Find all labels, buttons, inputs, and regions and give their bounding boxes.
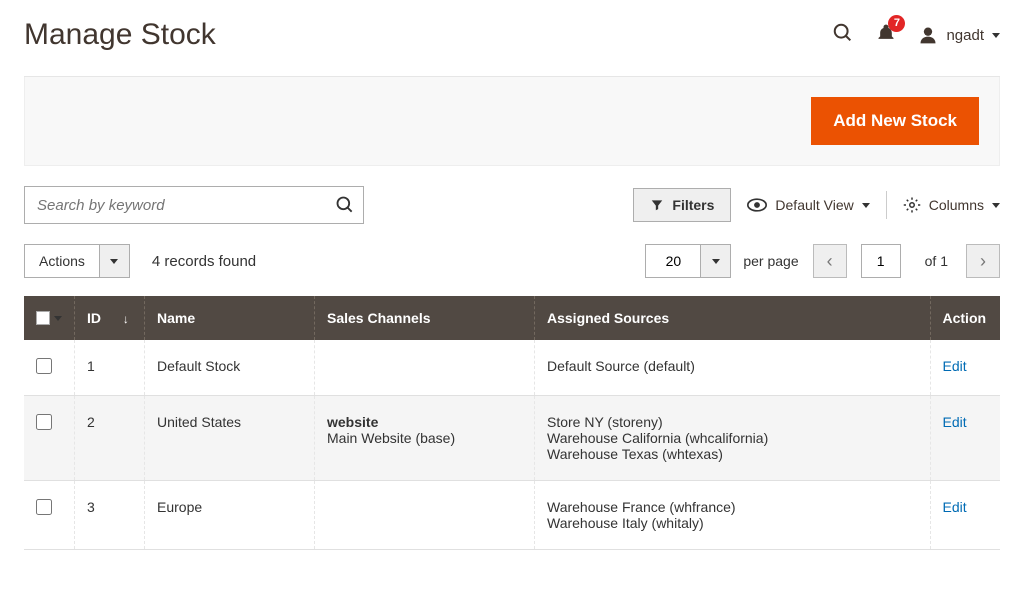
prev-page-button[interactable]: ‹ — [813, 244, 847, 278]
row-checkbox[interactable] — [36, 414, 52, 430]
separator — [886, 191, 887, 219]
edit-link[interactable]: Edit — [943, 499, 967, 515]
bulk-actions-label: Actions — [25, 245, 99, 277]
username-label: ngadt — [946, 27, 984, 44]
cell-sales-channels — [315, 481, 535, 550]
cell-sales-channels — [315, 340, 535, 396]
page-title: Manage Stock — [24, 18, 216, 52]
cell-id: 1 — [75, 340, 145, 396]
search-box[interactable] — [24, 186, 364, 224]
per-page-arrow[interactable] — [701, 244, 731, 278]
cell-assigned-sources: Default Source (default) — [535, 340, 931, 396]
cell-sales-channels: websiteMain Website (base) — [315, 396, 535, 481]
header-name[interactable]: Name — [145, 296, 315, 340]
default-view-control[interactable]: Default View — [747, 197, 869, 213]
table-row: 2United StateswebsiteMain Website (base)… — [24, 396, 1000, 481]
search-input[interactable] — [37, 187, 335, 223]
select-all-checkbox[interactable] — [36, 311, 62, 325]
table-row: 1Default Stock Default Source (default) Ed… — [24, 340, 1000, 396]
row-checkbox[interactable] — [36, 499, 52, 515]
sort-arrow-icon: ↓ — [123, 312, 129, 326]
cell-assigned-sources: Store NY (storeny)Warehouse California (… — [535, 396, 931, 481]
columns-label: Columns — [929, 197, 984, 213]
per-page-input[interactable] — [645, 244, 701, 278]
header-assigned-sources[interactable]: Assigned Sources — [535, 296, 931, 340]
cell-name: Europe — [145, 481, 315, 550]
funnel-icon — [650, 198, 664, 212]
stock-table: ID ↓ Name Sales Channels Assigned Source… — [24, 296, 1000, 550]
header-action: Action — [930, 296, 1000, 340]
cell-id: 2 — [75, 396, 145, 481]
records-found-label: 4 records found — [152, 253, 256, 270]
cell-id: 3 — [75, 481, 145, 550]
cell-assigned-sources: Warehouse France (whfrance)Warehouse Ita… — [535, 481, 931, 550]
notifications-icon[interactable]: 7 — [876, 22, 896, 49]
per-page-label: per page — [743, 253, 798, 269]
add-new-stock-button[interactable]: Add New Stock — [811, 97, 979, 145]
caret-down-icon — [862, 203, 870, 208]
bulk-actions-select[interactable]: Actions — [24, 244, 130, 278]
page-total-label: of 1 — [925, 253, 948, 269]
chevron-right-icon: › — [980, 251, 986, 272]
edit-link[interactable]: Edit — [943, 414, 967, 430]
chevron-left-icon: ‹ — [827, 251, 833, 272]
caret-down-icon — [992, 203, 1000, 208]
table-row: 3Europe Warehouse France (whfrance)Wareho… — [24, 481, 1000, 550]
edit-link[interactable]: Edit — [943, 358, 967, 374]
page-input[interactable] — [861, 244, 901, 278]
filters-button[interactable]: Filters — [633, 188, 731, 222]
filters-label: Filters — [672, 197, 714, 213]
cell-name: Default Stock — [145, 340, 315, 396]
bulk-actions-arrow[interactable] — [99, 245, 129, 277]
next-page-button[interactable]: › — [966, 244, 1000, 278]
user-menu[interactable]: ngadt — [918, 25, 1000, 45]
cell-name: United States — [145, 396, 315, 481]
eye-icon — [747, 198, 767, 212]
search-submit-icon[interactable] — [335, 195, 355, 215]
search-icon[interactable] — [832, 22, 854, 49]
notifications-badge: 7 — [888, 15, 905, 32]
default-view-label: Default View — [775, 197, 853, 213]
caret-down-icon — [992, 33, 1000, 38]
header-sales-channels[interactable]: Sales Channels — [315, 296, 535, 340]
header-id[interactable]: ID ↓ — [75, 296, 145, 340]
gear-icon — [903, 196, 921, 214]
columns-control[interactable]: Columns — [903, 196, 1000, 214]
row-checkbox[interactable] — [36, 358, 52, 374]
